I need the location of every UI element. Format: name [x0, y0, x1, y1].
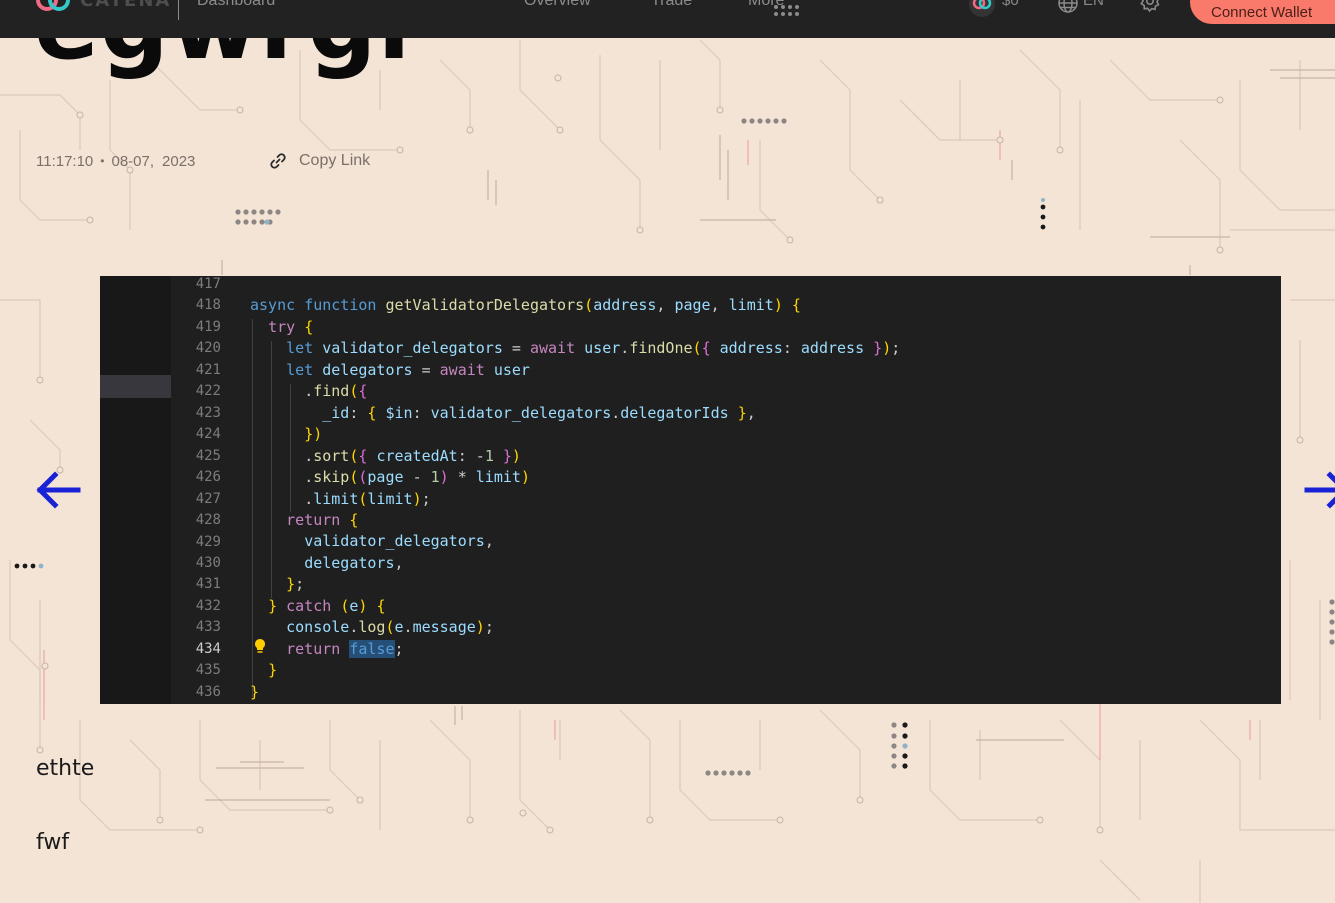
- line-number: 417: [195, 276, 221, 292]
- arrow-left-icon[interactable]: [33, 466, 83, 514]
- code-line: }): [304, 425, 323, 444]
- code-line: async function getValidatorDelegators(ad…: [250, 296, 801, 315]
- nav-divider: [178, 0, 179, 20]
- wallet-balance: $0: [1002, 0, 1019, 9]
- post-time: 11:17:10: [36, 152, 94, 170]
- line-number: 436: [195, 684, 221, 700]
- copy-link-button[interactable]: Copy Link: [268, 150, 370, 172]
- editor-sidebar: [100, 276, 171, 704]
- line-number: 418: [195, 297, 221, 313]
- language-selector[interactable]: EN: [1083, 0, 1104, 9]
- code-line: }: [268, 661, 278, 680]
- meta-separator: •: [100, 154, 105, 168]
- line-number: 432: [195, 598, 221, 614]
- line-number: 426: [195, 469, 221, 485]
- post-paragraph: fwf: [36, 830, 70, 855]
- top-navbar: CATENA Dashboard Overview Trade More $0 …: [0, 0, 1335, 38]
- line-number-active: 434: [195, 641, 221, 657]
- code-line: .sort({ createdAt: -1 }): [304, 446, 521, 465]
- line-number: 428: [195, 512, 221, 528]
- link-icon: [270, 153, 286, 169]
- editor-sidebar-selection: [100, 375, 171, 398]
- line-number: 419: [195, 319, 221, 335]
- code-line: };: [286, 575, 305, 594]
- code-line: return false;: [286, 639, 404, 658]
- code-line: return {: [286, 510, 359, 529]
- line-number: 421: [195, 362, 221, 378]
- catena-logo-icon[interactable]: [36, 0, 72, 16]
- code-screenshot-image: 417 418 419 420 421 422 423 424 425 426 …: [100, 276, 1281, 704]
- code-line: let delegators = await user: [286, 360, 530, 379]
- nav-link-trade[interactable]: Trade: [651, 0, 692, 10]
- code-line: delegators,: [304, 553, 404, 572]
- nav-link-dashboard[interactable]: Dashboard: [197, 0, 275, 10]
- line-number: 420: [195, 340, 221, 356]
- post-paragraph: ethte: [36, 756, 95, 781]
- line-number: 431: [195, 576, 221, 592]
- copy-link-label: Copy Link: [299, 152, 371, 169]
- code-line: .find({: [304, 382, 368, 401]
- nav-link-overview[interactable]: Overview: [524, 0, 591, 10]
- globe-icon[interactable]: [1057, 0, 1079, 14]
- gear-icon[interactable]: [1139, 0, 1161, 12]
- line-number: 427: [195, 491, 221, 507]
- code-line: } catch (e) {: [268, 596, 386, 615]
- line-number: 435: [195, 662, 221, 678]
- post-date-year: 2023: [162, 152, 196, 170]
- line-number: 429: [195, 534, 221, 550]
- post-meta: 11:17:10 • 08-07, 2023: [36, 150, 195, 172]
- line-number: 424: [195, 426, 221, 442]
- line-number: 425: [195, 448, 221, 464]
- arrow-right-icon[interactable]: [1304, 466, 1335, 514]
- apps-grid-icon[interactable]: [773, 4, 805, 20]
- code-line: let validator_delegators = await user.fi…: [286, 339, 901, 358]
- token-icon: [969, 0, 995, 17]
- line-number: 430: [195, 555, 221, 571]
- line-number: 423: [195, 405, 221, 421]
- line-number: 433: [195, 619, 221, 635]
- code-line: .limit(limit);: [304, 489, 431, 508]
- brand-name: CATENA: [80, 0, 172, 11]
- line-number: 422: [195, 383, 221, 399]
- connect-wallet-button[interactable]: Connect Wallet: [1190, 0, 1335, 24]
- code-line: validator_delegators,: [304, 532, 494, 551]
- code-line: try {: [268, 317, 314, 336]
- code-line: _id: { $in: validator_delegators.delegat…: [322, 403, 756, 422]
- code-line: .skip((page - 1) * limit): [304, 468, 530, 487]
- code-line: console.log(e.message);: [286, 618, 494, 637]
- post-date-day: 08-07,: [111, 152, 155, 170]
- code-line: }: [250, 682, 260, 701]
